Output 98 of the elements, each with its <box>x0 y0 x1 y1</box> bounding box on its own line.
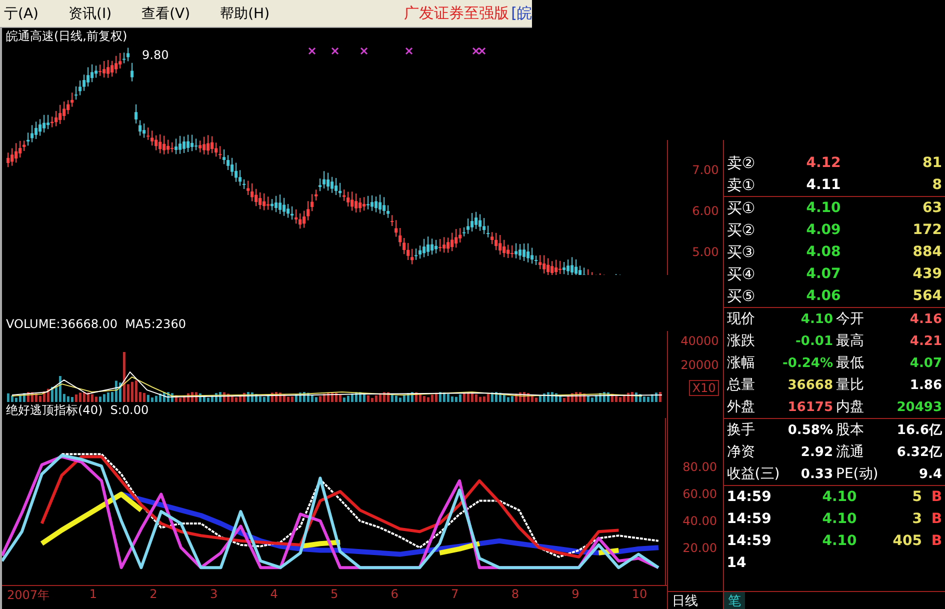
quote-value: 4.07 <box>908 356 942 370</box>
axis-label: 10 <box>632 587 648 601</box>
detail-tab[interactable]: 笔 <box>724 592 745 609</box>
axis-label: 5.00 <box>692 245 719 259</box>
axis-label: 20000 <box>680 358 719 372</box>
trade-side: B <box>930 489 942 505</box>
trade-time: 14:59 <box>726 489 772 505</box>
quote-label: 现价 <box>726 310 756 328</box>
trade-volume: 5 <box>911 489 922 505</box>
order-price: 4.10 <box>805 200 841 216</box>
trade-time: 14:59 <box>726 533 772 549</box>
quote-value: 36668 <box>786 378 833 392</box>
axis-label: 5 <box>330 587 338 601</box>
order-volume: 63 <box>922 200 942 216</box>
quote-label: 外盘 <box>726 398 756 416</box>
quote-value: 4.16 <box>908 312 942 326</box>
stock-name: [皖 <box>511 4 532 23</box>
order-price: 4.08 <box>805 244 841 260</box>
axis-label: 40000 <box>680 334 719 348</box>
quote-label: 换手 <box>726 421 756 439</box>
quote-label: 涨跌 <box>726 332 756 350</box>
order-price: 4.09 <box>805 222 841 238</box>
quote-value: 0.58% <box>786 422 833 438</box>
menu-item[interactable]: 亍(A) <box>0 4 43 22</box>
order-label: 买③ <box>726 242 756 262</box>
quote-value: 16.6亿 <box>896 422 942 439</box>
trade-volume: 405 <box>892 533 922 549</box>
quote-value: 16175 <box>786 400 833 414</box>
quote-label: 最低 <box>836 354 865 372</box>
order-volume: 439 <box>912 266 942 282</box>
order-label: 卖① <box>726 176 756 194</box>
axis-label: 9 <box>572 587 580 601</box>
axis-label: 6.00 <box>692 204 719 218</box>
order-label: 买② <box>726 220 756 240</box>
trade-side: B <box>930 533 942 549</box>
axis-label: 40.00 <box>682 514 717 528</box>
axis-label: 20.00 <box>682 540 717 555</box>
axis-label: 7 <box>451 587 459 601</box>
quote-label: 今开 <box>836 310 865 328</box>
trade-time: 14:59 <box>726 511 772 527</box>
order-label: 买⑤ <box>726 286 756 306</box>
trade-price: 4.10 <box>821 533 857 549</box>
order-volume: 172 <box>912 222 942 238</box>
quote-value: 2.92 <box>800 444 833 460</box>
quote-label: 涨幅 <box>726 354 756 372</box>
quote-value: 20493 <box>896 400 942 414</box>
quote-label: 股本 <box>836 421 865 439</box>
menu-item[interactable]: 查看(V) <box>138 4 194 22</box>
quote-value: 9.4 <box>918 466 942 482</box>
axis-label: 6 <box>390 587 398 601</box>
order-price: 4.11 <box>805 177 841 193</box>
quote-value: 1.86 <box>908 378 942 392</box>
quote-label: 最高 <box>836 332 865 350</box>
menu-item[interactable]: 资讯(I) <box>64 4 116 22</box>
axis-label: 4 <box>270 587 278 601</box>
chart-title: 皖通高速(日线,前复权) <box>5 28 128 44</box>
order-price: 4.07 <box>805 266 841 282</box>
quote-label: 量比 <box>836 376 865 394</box>
volume-title: VOLUME:36668.00 MA5:2360 <box>5 316 187 332</box>
order-label: 买④ <box>726 264 756 284</box>
quote-value: 4.21 <box>908 334 942 348</box>
order-volume: 8 <box>931 177 942 193</box>
quote-value: -0.24% <box>782 356 833 370</box>
trade-volume: 3 <box>911 511 922 527</box>
order-volume: 81 <box>922 155 942 171</box>
trade-side: B <box>930 511 942 527</box>
order-volume: 884 <box>912 244 942 260</box>
app-brand: 广发证券至强版 <box>404 4 510 23</box>
trade-time: 14 <box>726 555 748 571</box>
quote-label: PE(动) <box>836 465 880 483</box>
menu-item[interactable]: 帮助(H) <box>216 4 274 22</box>
order-label: 卖② <box>726 154 756 172</box>
quote-label: 收益(三) <box>726 465 780 483</box>
axis-label: 1 <box>89 587 98 601</box>
order-price: 4.12 <box>805 155 841 171</box>
quote-value: -0.01 <box>794 334 833 348</box>
order-volume: 564 <box>912 288 942 304</box>
quote-label: 流通 <box>836 443 865 461</box>
quote-value: 4.10 <box>800 312 833 326</box>
axis-label: 8 <box>511 587 519 601</box>
trade-price: 4.10 <box>821 511 857 527</box>
order-price: 4.06 <box>805 288 841 304</box>
trade-price: 4.10 <box>821 489 857 505</box>
high-price-label: 9.80 <box>142 48 169 62</box>
order-label: 买① <box>726 198 756 218</box>
quote-value: 0.33 <box>800 466 833 482</box>
axis-label: 60.00 <box>682 487 717 502</box>
year-label: 2007年 <box>7 587 50 604</box>
axis-label: 3 <box>210 587 218 601</box>
indicator-title: 绝好逃顶指标(40) S:0.00 <box>5 402 150 418</box>
quote-value: 6.32亿 <box>896 444 942 461</box>
axis-label: 80.00 <box>682 460 717 474</box>
quote-label: 净资 <box>726 443 756 461</box>
axis-label: 7.00 <box>692 163 719 177</box>
scale-label: X10 <box>689 380 719 396</box>
quote-label: 总量 <box>726 376 756 394</box>
axis-label: 2 <box>150 587 158 601</box>
quote-label: 内盘 <box>836 398 865 416</box>
